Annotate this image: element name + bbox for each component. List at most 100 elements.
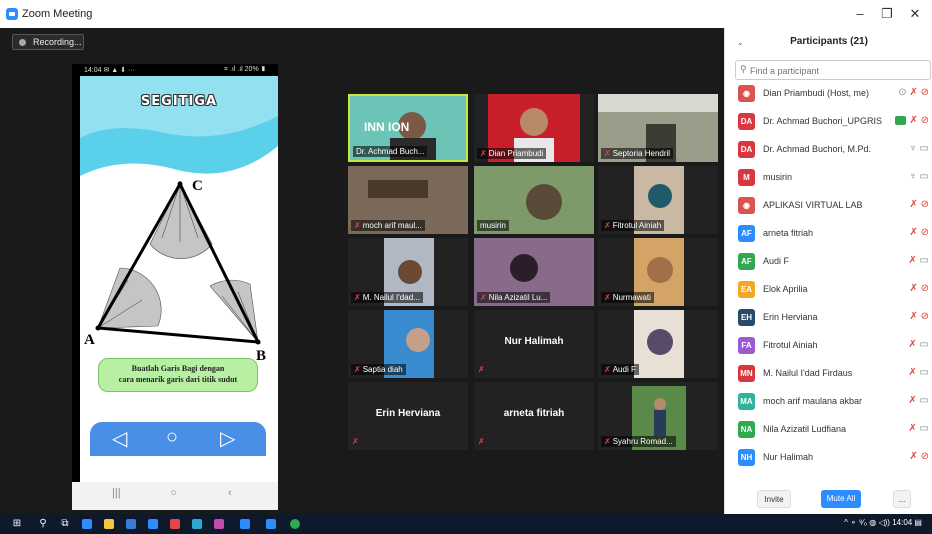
mail-icon[interactable] bbox=[148, 519, 158, 529]
avatar: DA bbox=[738, 113, 755, 130]
app-icon[interactable] bbox=[192, 519, 202, 529]
back-icon[interactable]: ‹ bbox=[228, 487, 232, 499]
participant-row[interactable]: MA moch arif maulana akbar ✗ ▭ bbox=[725, 388, 932, 416]
participant-row[interactable]: EH Erin Herviana ✗ ⊘ bbox=[725, 304, 932, 332]
chrome-icon[interactable] bbox=[170, 519, 180, 529]
video-icon[interactable]: ▭ bbox=[920, 339, 929, 350]
recording-indicator[interactable]: Recording... bbox=[12, 34, 84, 50]
participant-controls: ✗ ▭ bbox=[908, 339, 929, 350]
mic-muted-icon[interactable]: ✗ bbox=[908, 255, 919, 266]
video-tile[interactable]: ✗ Nila Azizatil Lu... bbox=[474, 238, 594, 306]
video-off-icon[interactable]: ⊘ bbox=[921, 283, 929, 294]
mic-muted-icon[interactable]: ✗ bbox=[908, 395, 919, 406]
mic-muted-icon[interactable]: ✗ bbox=[908, 367, 919, 378]
vertex-c-label: C bbox=[192, 178, 203, 194]
vertex-b-label: B bbox=[256, 348, 267, 364]
participant-row[interactable]: M musirin ♆ ▭ bbox=[725, 164, 932, 192]
video-icon[interactable]: ▭ bbox=[920, 171, 929, 182]
more-options-button[interactable]: ... bbox=[893, 490, 911, 508]
video-icon[interactable]: ▭ bbox=[920, 423, 929, 434]
participant-search-input[interactable] bbox=[750, 63, 926, 78]
app-icon[interactable] bbox=[214, 519, 224, 529]
participant-row[interactable]: ◉ APLIKASI VIRTUAL LAB ✗ ⊘ bbox=[725, 192, 932, 220]
video-off-icon[interactable]: ⊘ bbox=[921, 311, 929, 322]
participant-row[interactable]: EA Elok Aprilia ✗ ⊘ bbox=[725, 276, 932, 304]
windows-start-icon[interactable]: ⊞ bbox=[10, 517, 24, 531]
invite-button[interactable]: Invite bbox=[757, 490, 791, 508]
home-icon[interactable]: ○ bbox=[170, 487, 177, 499]
avatar: EA bbox=[738, 281, 755, 298]
app-nav-bar: ◁ ○ ▷ bbox=[90, 422, 266, 456]
mic-muted-icon[interactable]: ✗ bbox=[909, 227, 920, 238]
mic-muted-icon[interactable]: ✗ bbox=[909, 115, 920, 126]
video-tile[interactable]: Erin Herviana ✗ bbox=[348, 382, 468, 450]
search-icon[interactable]: ⚲ bbox=[36, 517, 50, 531]
video-tile[interactable]: ✗ Fitrotul Ainiah bbox=[598, 166, 718, 234]
participant-row[interactable]: FA Fitrotul Ainiah ✗ ▭ bbox=[725, 332, 932, 360]
participant-row[interactable]: NH Nur Halimah ✗ ⊘ bbox=[725, 444, 932, 472]
close-button[interactable]: ✕ bbox=[900, 3, 930, 25]
muted-mic-icon: ✗ bbox=[604, 365, 611, 374]
participant-row[interactable]: DA Dr. Achmad Buchori_UPGRIS ✗ ⊘ bbox=[725, 108, 932, 136]
video-off-icon[interactable]: ⊘ bbox=[921, 199, 929, 210]
video-icon[interactable]: ▭ bbox=[920, 395, 929, 406]
store-icon[interactable] bbox=[126, 519, 136, 529]
file-explorer-icon[interactable] bbox=[104, 519, 114, 529]
participant-controls: ✗ ⊘ bbox=[909, 227, 929, 238]
video-tile[interactable]: ✗ Audi F bbox=[598, 310, 718, 378]
video-tile[interactable]: ✗ Septoria Hendril bbox=[598, 94, 718, 162]
participant-row[interactable]: NA Nila Azizatil Ludfiana ✗ ▭ bbox=[725, 416, 932, 444]
video-tile[interactable]: ✗ Nurmawati bbox=[598, 238, 718, 306]
video-tile[interactable]: arneta fitriah ✗ bbox=[474, 382, 594, 450]
video-tile[interactable]: ✗ Saptia diah bbox=[348, 310, 468, 378]
mic-icon[interactable]: ♆ bbox=[909, 171, 919, 182]
participant-row[interactable]: DA Dr. Achmad Buchori, M.Pd. ♆ ▭ bbox=[725, 136, 932, 164]
video-icon[interactable]: ▭ bbox=[920, 367, 929, 378]
tile-name: ✗ M. Nailul I'dad... bbox=[351, 292, 423, 303]
video-off-icon[interactable]: ⊘ bbox=[921, 115, 929, 126]
panel-footer: Invite Mute All ... bbox=[725, 486, 932, 514]
video-tile[interactable]: musirin bbox=[474, 166, 594, 234]
mute-all-button[interactable]: Mute All bbox=[821, 490, 861, 508]
participant-row[interactable]: MN M. Nailul I'dad Firdaus ✗ ▭ bbox=[725, 360, 932, 388]
mic-muted-icon[interactable]: ✗ bbox=[909, 451, 920, 462]
muted-mic-icon: ✗ bbox=[354, 365, 361, 374]
edge-icon[interactable] bbox=[82, 519, 92, 529]
next-arrow-icon[interactable]: ▷ bbox=[220, 426, 235, 451]
video-tile[interactable]: INN ION Dr. Achmad Buch... bbox=[348, 94, 468, 162]
participant-row[interactable]: AF Audi F ✗ ▭ bbox=[725, 248, 932, 276]
zoom-taskbar-icon[interactable] bbox=[266, 519, 276, 529]
mic-muted-icon[interactable]: ✗ bbox=[909, 311, 920, 322]
tile-name: Dr. Achmad Buch... bbox=[353, 146, 428, 157]
screen-title: SEGITIGA bbox=[140, 94, 218, 109]
recent-apps-icon[interactable]: ||| bbox=[112, 487, 121, 499]
mic-muted-icon[interactable]: ✗ bbox=[908, 423, 919, 434]
participant-row[interactable]: ◉ Dian Priambudi (Host, me) ⊙ ✗ ⊘ bbox=[725, 80, 932, 108]
video-off-icon[interactable]: ⊘ bbox=[921, 451, 929, 462]
video-icon[interactable]: ▭ bbox=[920, 255, 929, 266]
system-tray[interactable]: ^ ⚬ ⁹⁄₀ ◍ ◁)) 14:04 ▤ bbox=[844, 518, 922, 527]
mic-muted-icon[interactable]: ✗ bbox=[909, 283, 920, 294]
video-tile[interactable]: ✗ M. Nailul I'dad... bbox=[348, 238, 468, 306]
restore-button[interactable]: ❐ bbox=[872, 3, 902, 25]
task-view-icon[interactable]: ⧉ bbox=[58, 517, 72, 531]
video-tile[interactable]: Nur Halimah ✗ bbox=[474, 310, 594, 378]
mic-muted-icon[interactable]: ✗ bbox=[909, 199, 920, 210]
minimize-button[interactable]: – bbox=[845, 3, 875, 25]
mic-muted-icon[interactable]: ✗ bbox=[908, 339, 919, 350]
avatar: NA bbox=[738, 421, 755, 438]
video-off-icon[interactable]: ⊘ bbox=[921, 227, 929, 238]
video-tile[interactable]: ✗ Syahru Romad... bbox=[598, 382, 718, 450]
participant-row[interactable]: AF arneta fitriah ✗ ⊘ bbox=[725, 220, 932, 248]
video-tile[interactable]: ✗ Dian Priambudi bbox=[474, 94, 594, 162]
video-icon[interactable]: ▭ bbox=[920, 143, 929, 154]
participant-controls: ✗ ⊘ bbox=[909, 311, 929, 322]
mic-icon[interactable]: ♆ bbox=[909, 143, 919, 154]
home-circle-icon[interactable]: ○ bbox=[166, 426, 178, 449]
mic-muted-icon[interactable]: ✗ bbox=[909, 87, 920, 98]
video-tile[interactable]: ✗ moch arif maul... bbox=[348, 166, 468, 234]
video-off-icon[interactable]: ⊘ bbox=[921, 87, 929, 98]
whatsapp-icon[interactable] bbox=[290, 519, 300, 529]
zoom-taskbar-icon[interactable] bbox=[240, 519, 250, 529]
back-arrow-icon[interactable]: ◁ bbox=[112, 426, 127, 451]
